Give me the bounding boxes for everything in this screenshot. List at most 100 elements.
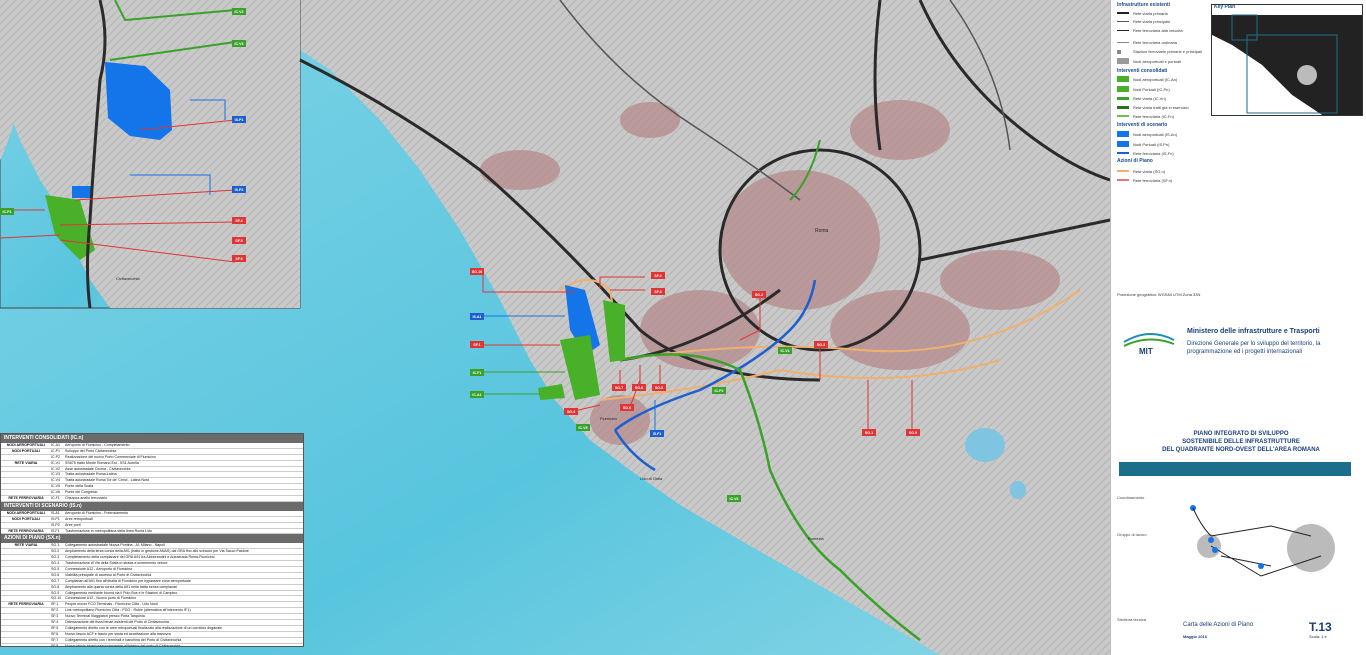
table-cell: RETE FERROVIARIA	[8, 496, 44, 501]
table-cell	[1, 455, 51, 460]
table-cell: SF.7	[51, 637, 59, 642]
table-cell	[1, 490, 51, 495]
ministry-header: MIT Ministero delle infrastrutture e Tra…	[1119, 322, 1363, 368]
svg-text:IC.V3: IC.V3	[235, 42, 244, 46]
table-cell	[1, 478, 51, 483]
table-cell: Collegamento mediante buona via il Polo …	[65, 590, 178, 595]
table-cell: Nuovo Terminal Viaggiatori presso Porta …	[65, 614, 145, 619]
svg-text:IC.F1: IC.F1	[473, 371, 482, 375]
blue-tag: IS.P1	[232, 116, 246, 123]
red-tag: SG.2	[752, 291, 766, 298]
table-cell: Ampliamento della terza corsia della A91…	[65, 549, 249, 554]
red-tag: SG.3	[814, 341, 828, 348]
table-cell: SG.2	[51, 549, 60, 554]
interventions-table: INTERVENTI CONSOLIDATI (IC.n) NODI AEROP…	[0, 433, 304, 647]
table-cell	[1, 523, 51, 528]
svg-text:IC.V6: IC.V6	[730, 497, 739, 501]
table-cell: SF.8	[51, 643, 59, 647]
table-cell: IC.V6	[51, 490, 60, 495]
svg-text:SF.1: SF.1	[473, 343, 480, 347]
table-cell: IC.F1	[51, 496, 60, 501]
table-cell	[1, 472, 51, 477]
mit-logo: MIT	[1123, 333, 1175, 356]
lake-nemi	[1010, 481, 1026, 499]
table-cell: SF.5	[51, 625, 59, 630]
red-tag: SG.1	[862, 429, 876, 436]
table-cell	[1, 549, 51, 554]
table-cell: Aree porti	[65, 522, 81, 527]
table-cell: Ampliamento alla quarta corsia della A91…	[65, 584, 178, 589]
table-cell: SG.7	[51, 578, 60, 583]
table-cell: Connessione A12 - Aeroporto di Fiumicino	[65, 567, 133, 572]
sheet-title: Carta delle Azioni di Piano	[1183, 622, 1254, 628]
svg-text:IS.P1: IS.P1	[235, 118, 244, 122]
svg-text:SG.8: SG.8	[635, 386, 643, 390]
legend-section-title: Interventi di scenario	[1117, 122, 1168, 128]
green-tag: IC.V3	[232, 40, 246, 47]
sheet-scale: Scala: 1:x	[1309, 634, 1327, 639]
svg-text:SF.3: SF.3	[654, 290, 661, 294]
table-row: SF.8 Nuovo fascio binari presocompagine a…	[1, 643, 303, 647]
red-tag: SF.6	[232, 255, 246, 262]
table-cell: Complanari all'A91 fino all'ribalta di F…	[65, 578, 191, 583]
table-cell: RETE FERROVIARIA	[8, 528, 44, 533]
green-tag: IC.P1	[0, 208, 14, 215]
table-cell	[1, 561, 51, 566]
table-cell	[1, 620, 51, 625]
red-tag: SG.4	[564, 408, 578, 415]
table-cell: RETE FERROVIARIA	[8, 602, 44, 607]
table-cell: NODI PORTUALI	[11, 516, 41, 521]
key-plan: Key Plan	[1211, 4, 1363, 116]
table-cell: Aeroporto di Fiumicino - Potenziamento	[65, 510, 129, 515]
svg-text:IC.P1: IC.P1	[3, 210, 12, 214]
legend-section-title: Azioni di Piano	[1117, 158, 1153, 164]
table-cell: SF.2	[51, 608, 59, 613]
svg-text:SG.5: SG.5	[655, 386, 663, 390]
table-cell: Completamento della complanare del GRA A…	[65, 555, 215, 560]
green-tag: IC.A1	[470, 391, 484, 398]
red-tag: SF.1	[470, 341, 484, 348]
table-cell	[1, 638, 51, 643]
table-cell: SF.1	[51, 602, 59, 607]
place-label: Pomezia	[808, 536, 824, 541]
table-cell	[1, 567, 51, 572]
table-cell	[1, 467, 51, 472]
table-cell: Collegamento autostradale Nuova Pontina …	[65, 543, 165, 548]
svg-text:SG.10: SG.10	[472, 270, 482, 274]
svg-text:SF.4: SF.4	[235, 219, 242, 223]
table-section-header: INTERVENTI DI SCENARIO (IS.n)	[1, 501, 303, 511]
table-cell	[1, 585, 51, 590]
ministry-title: Ministero delle infrastrutture e Traspor…	[1187, 328, 1320, 335]
blue-tag: IS.F1	[650, 430, 664, 437]
svg-text:SG.6: SG.6	[623, 406, 631, 410]
table-cell: Asse autostradale Cecina - Civitavecchia	[65, 466, 131, 471]
place-label: Fiumicino	[600, 416, 618, 421]
table-cell: SS675 tratto Monte Romano Est - SS1 Aure…	[65, 460, 139, 465]
table-cell	[1, 614, 51, 619]
table-cell: SG.3	[51, 555, 60, 560]
table-cell: Sviluppo del Porto Civitavecchia	[65, 448, 117, 453]
table-cell: IS.P1	[51, 516, 60, 521]
table-cell: SF.3	[51, 614, 59, 619]
table-cell: RETE VIARIA	[14, 543, 38, 548]
table-cell: Tratta autostradale Roma Tor de' Cenci -…	[65, 478, 150, 483]
svg-text:IC.P2: IC.P2	[715, 389, 724, 393]
red-tag: SF.3	[651, 288, 665, 295]
red-tag: SG.6	[620, 404, 634, 411]
blue-tag: IS.P2	[232, 186, 246, 193]
red-tag: SF.4	[232, 217, 246, 224]
svg-text:SG.7: SG.7	[615, 386, 623, 390]
table-cell: IS.P2	[51, 522, 60, 527]
table-cell: IC.V4	[51, 478, 60, 483]
table-cell	[1, 591, 51, 596]
legend-section-title: Infrastrutture esistenti	[1117, 2, 1171, 8]
table-cell: NODI AEROPORTUALI	[6, 443, 46, 447]
table-cell	[1, 626, 51, 631]
table-cell: RETE VIARIA	[14, 460, 38, 465]
table-cell	[1, 579, 51, 584]
table-cell: SG.9	[51, 590, 60, 595]
table-cell	[1, 573, 51, 578]
table-cell: IC.V2	[51, 466, 60, 471]
table-cell: Collegamento diretto con le aree retropo…	[65, 625, 223, 630]
red-tag: SG.9	[906, 429, 920, 436]
